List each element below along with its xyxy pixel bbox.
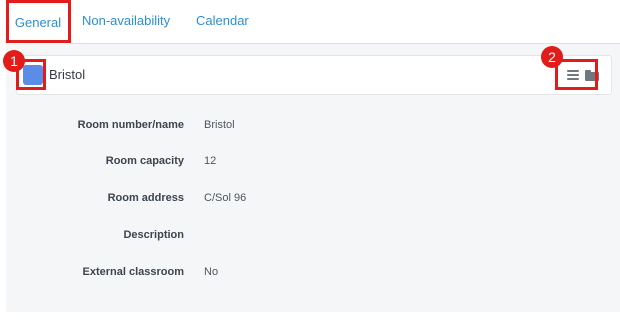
detail-row-description: Description [6,229,620,245]
callout-box-general-tab [6,0,71,43]
detail-label: Description [123,229,184,241]
detail-label: Room number/name [77,119,184,131]
detail-label: Room address [107,192,184,204]
detail-label: Room capacity [105,155,184,167]
detail-row-room-address: Room address C/Sol 96 [6,192,620,208]
detail-row-external-classroom: External classroom No [6,266,620,282]
room-panel: Bristol Room number/name Bristol Room ca… [6,44,620,312]
detail-row-room-capacity: Room capacity 12 [6,155,620,171]
detail-value: No [204,266,219,278]
tab-calendar[interactable]: Calendar [196,13,249,28]
detail-label: External classroom [82,266,185,278]
callout-box-header-actions [555,59,598,90]
tab-non-availability[interactable]: Non-availability [82,13,170,28]
tab-bar: General Non-availability Calendar [6,0,620,44]
detail-value: C/Sol 96 [204,192,247,204]
detail-row-room-number: Room number/name Bristol [6,119,620,135]
callout-badge-1: 1 [3,50,25,72]
detail-value: Bristol [204,119,235,131]
detail-value: 12 [204,155,217,167]
callout-badge-2: 2 [541,46,563,68]
room-header-card: Bristol [16,55,612,95]
room-title: Bristol [49,67,86,82]
